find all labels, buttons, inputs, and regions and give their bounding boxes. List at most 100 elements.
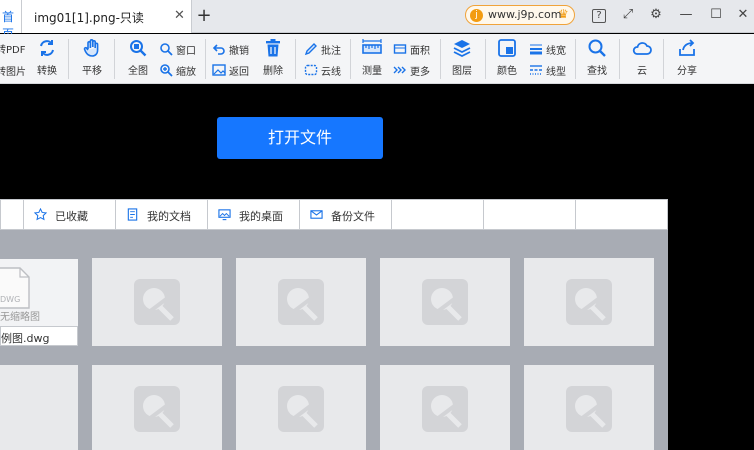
line-width-button[interactable]: 线宽 bbox=[529, 41, 571, 57]
measure-button[interactable]: 测量 bbox=[358, 38, 386, 77]
tab-favorites[interactable]: 已收藏 bbox=[24, 200, 116, 229]
help-button[interactable]: ? bbox=[588, 4, 610, 26]
zoom-extents-icon bbox=[130, 40, 147, 57]
maximize-icon: ☐ bbox=[710, 7, 722, 22]
separator bbox=[350, 39, 351, 79]
ruler-icon bbox=[362, 39, 382, 54]
tab-backup-files-label: 备份文件 bbox=[331, 210, 375, 223]
to-image-button[interactable]: 转图片 bbox=[0, 62, 30, 78]
line-type-button[interactable]: 线型 bbox=[529, 62, 571, 78]
more-label: 更多 bbox=[410, 67, 430, 78]
open-file-button[interactable]: 打开文件 bbox=[217, 117, 383, 159]
image-placeholder-icon bbox=[422, 279, 468, 325]
tab-backup-files[interactable]: 备份文件 bbox=[300, 200, 392, 229]
minimize-button[interactable]: — bbox=[675, 4, 697, 26]
double-chevron-icon bbox=[393, 66, 406, 74]
back-label: 返回 bbox=[229, 67, 249, 78]
toolbar: 转PDF 转图片 转换 平移 全图 窗口 缩放 撤销 返回 删除 批注 云线 测… bbox=[0, 34, 754, 84]
fullscreen-icon: ⤢ bbox=[622, 7, 634, 22]
window-zoom-label: 窗口 bbox=[176, 46, 196, 57]
trash-icon bbox=[266, 39, 280, 57]
separator bbox=[663, 39, 664, 79]
zoom-label: 缩放 bbox=[176, 67, 196, 78]
measure-label: 测量 bbox=[362, 66, 382, 77]
share-label: 分享 bbox=[677, 66, 697, 77]
file-name: 例图.dwg bbox=[1, 332, 50, 345]
color-button[interactable]: 颜色 bbox=[493, 38, 521, 77]
tab-recent[interactable] bbox=[1, 200, 24, 229]
file-name-bar: 例图.dwg bbox=[0, 326, 78, 346]
separator bbox=[295, 39, 296, 79]
delete-button[interactable]: 删除 bbox=[259, 38, 287, 77]
file-thumbnail[interactable] bbox=[92, 258, 222, 346]
more-button[interactable]: 更多 bbox=[393, 62, 435, 78]
tab-my-documents[interactable]: 我的文档 bbox=[116, 200, 208, 229]
window-zoom-button[interactable]: 窗口 bbox=[159, 41, 199, 57]
layer-button[interactable]: 图层 bbox=[448, 38, 476, 77]
delete-label: 删除 bbox=[263, 66, 283, 77]
document-icon bbox=[127, 208, 138, 221]
share-icon bbox=[679, 39, 695, 56]
settings-button[interactable]: ⚙ bbox=[645, 4, 667, 26]
layer-label: 图层 bbox=[452, 66, 472, 77]
convert-button[interactable]: 转换 bbox=[33, 38, 61, 77]
image-placeholder-icon bbox=[278, 386, 324, 432]
to-pdf-button[interactable]: 转PDF bbox=[0, 40, 30, 56]
help-icon: ? bbox=[592, 9, 606, 23]
gear-icon: ⚙ bbox=[650, 7, 662, 22]
file-thumbnail[interactable] bbox=[524, 258, 654, 346]
file-thumbnail[interactable] bbox=[236, 258, 366, 346]
share-button[interactable]: 分享 bbox=[673, 38, 701, 77]
full-view-button[interactable]: 全图 bbox=[124, 38, 152, 77]
tab-bar: 首页 img01[1].png-只读 ✕ + j www.j9p.com ♛ ?… bbox=[0, 0, 754, 41]
file-thumbnail[interactable] bbox=[380, 258, 510, 346]
file-thumbnail[interactable] bbox=[524, 365, 654, 450]
image-placeholder-icon bbox=[134, 386, 180, 432]
to-image-label: 转图片 bbox=[0, 67, 26, 78]
area-button[interactable]: 面积 bbox=[393, 41, 435, 57]
full-view-label: 全图 bbox=[128, 66, 148, 77]
undo-button[interactable]: 撤销 bbox=[212, 41, 254, 57]
find-button[interactable]: 查找 bbox=[583, 38, 611, 77]
separator bbox=[485, 39, 486, 79]
tab-file-active[interactable]: img01[1].png-只读 ✕ bbox=[22, 0, 192, 33]
new-tab-button[interactable]: + bbox=[195, 5, 213, 26]
cloud-button[interactable]: 云 bbox=[628, 38, 656, 77]
color-label: 颜色 bbox=[497, 66, 517, 77]
back-button[interactable]: 返回 bbox=[212, 62, 254, 78]
fullscreen-button[interactable]: ⤢ bbox=[617, 4, 639, 26]
line-width-label: 线宽 bbox=[546, 46, 566, 57]
cloud-icon bbox=[632, 42, 652, 55]
crown-icon: ♛ bbox=[558, 7, 569, 21]
separator bbox=[68, 39, 69, 79]
annotate-button[interactable]: 批注 bbox=[304, 41, 346, 57]
zoom-button[interactable]: 缩放 bbox=[159, 62, 199, 78]
hand-icon bbox=[83, 39, 99, 57]
cloud-line-button[interactable]: 云线 bbox=[304, 62, 346, 78]
close-icon: ✕ bbox=[737, 7, 749, 22]
file-thumbnail[interactable] bbox=[92, 365, 222, 450]
tab-empty bbox=[484, 200, 576, 229]
separator bbox=[575, 39, 576, 79]
desktop-icon bbox=[218, 209, 231, 221]
mail-icon bbox=[310, 210, 323, 219]
site-logo-icon: j bbox=[470, 9, 483, 22]
pan-button[interactable]: 平移 bbox=[78, 38, 106, 77]
close-tab-icon[interactable]: ✕ bbox=[174, 8, 185, 23]
image-placeholder-icon bbox=[278, 279, 324, 325]
file-thumbnail[interactable] bbox=[0, 365, 78, 450]
tab-home[interactable]: 首页 bbox=[0, 0, 22, 41]
cloud-label: 云 bbox=[637, 66, 647, 77]
tab-my-desktop[interactable]: 我的桌面 bbox=[208, 200, 300, 229]
undo-label: 撤销 bbox=[229, 46, 249, 57]
find-label: 查找 bbox=[587, 66, 607, 77]
tab-my-documents-label: 我的文档 bbox=[147, 210, 191, 223]
cloud-line-label: 云线 bbox=[321, 67, 341, 78]
site-link[interactable]: j www.j9p.com ♛ bbox=[465, 5, 575, 25]
maximize-button[interactable]: ☐ bbox=[705, 4, 727, 26]
undo-icon bbox=[212, 44, 225, 55]
close-window-button[interactable]: ✕ bbox=[732, 4, 754, 26]
to-pdf-label: 转PDF bbox=[0, 45, 26, 56]
file-thumbnail[interactable] bbox=[236, 365, 366, 450]
file-thumbnail[interactable] bbox=[380, 365, 510, 450]
